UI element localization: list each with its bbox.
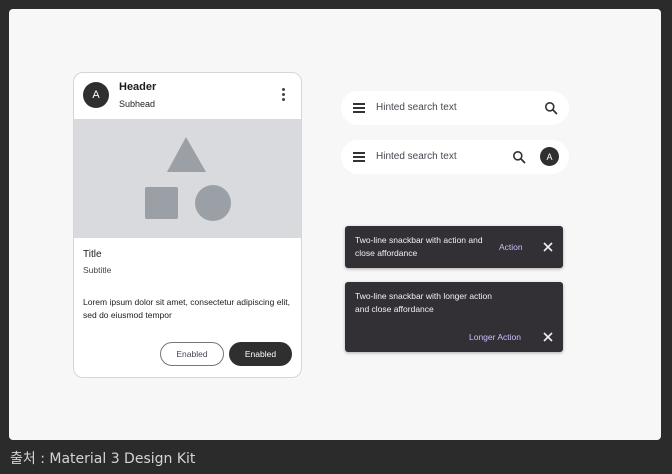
snackbar-longer-action: Two-line snackbar with longer action and… xyxy=(345,282,563,352)
menu-icon[interactable] xyxy=(353,103,365,113)
card-avatar[interactable]: A xyxy=(83,82,109,108)
search-icon[interactable] xyxy=(544,101,558,115)
close-icon[interactable] xyxy=(542,331,554,343)
card-title: Title xyxy=(83,249,102,260)
filled-button[interactable]: Enabled xyxy=(229,342,292,366)
card-subtitle: Subtitle xyxy=(83,265,112,275)
card: A Header Subhead Title Subtitle Lorem ip… xyxy=(73,72,302,378)
search-bar[interactable]: Hinted search text xyxy=(341,91,569,125)
outlined-button[interactable]: Enabled xyxy=(160,342,224,366)
card-header: A Header Subhead xyxy=(74,73,301,119)
snackbar: Two-line snackbar with action and close … xyxy=(345,226,563,268)
card-subhead: Subhead xyxy=(119,99,156,109)
snackbar-action-button[interactable]: Longer Action xyxy=(469,332,521,342)
snackbar-text: Two-line snackbar with longer action and… xyxy=(355,291,493,314)
more-vert-icon[interactable] xyxy=(279,88,287,102)
snackbar-action-button[interactable]: Action xyxy=(499,242,523,252)
card-header-title: Header xyxy=(119,81,157,93)
card-media xyxy=(74,119,301,238)
search-bar-with-avatar[interactable]: Hinted search text A xyxy=(341,140,569,174)
search-hint[interactable]: Hinted search text xyxy=(376,151,457,162)
source-caption: 출처 : Material 3 Design Kit xyxy=(10,451,196,467)
menu-icon[interactable] xyxy=(353,152,365,162)
close-icon[interactable] xyxy=(542,241,554,253)
search-icon[interactable] xyxy=(512,150,526,164)
media-placeholder-shapes-icon xyxy=(145,137,231,221)
design-canvas: A Header Subhead Title Subtitle Lorem ip… xyxy=(9,9,661,440)
card-body-text: Lorem ipsum dolor sit amet, consectetur … xyxy=(83,297,290,320)
snackbar-text: Two-line snackbar with action and close … xyxy=(355,235,483,258)
search-avatar[interactable]: A xyxy=(540,147,559,166)
search-hint[interactable]: Hinted search text xyxy=(376,102,457,113)
